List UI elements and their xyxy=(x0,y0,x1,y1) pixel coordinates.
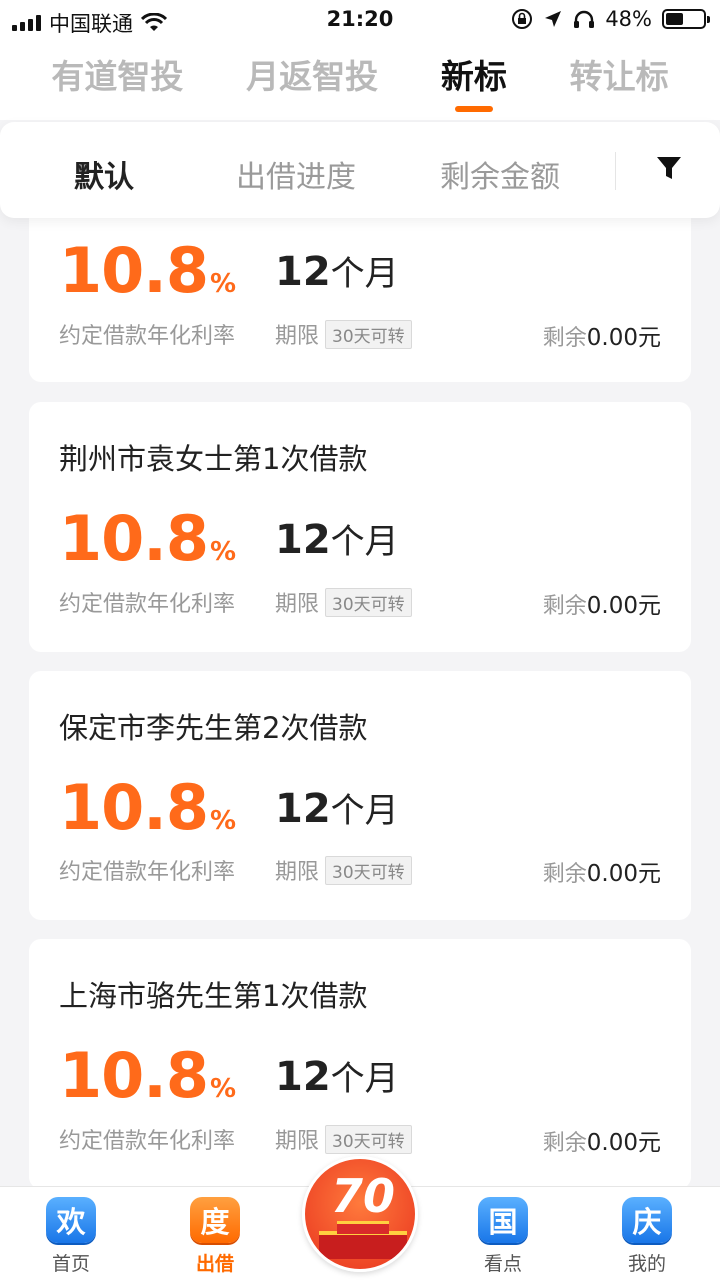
status-right: 48% xyxy=(511,7,710,31)
term-unit: 个月 xyxy=(330,1059,399,1099)
nav-label: 出借 xyxy=(195,1253,234,1275)
remaining-label: 剩余 xyxy=(542,1131,587,1156)
remaining: 剩余0.00元 xyxy=(543,586,661,620)
rate-label: 约定借款年化利率 xyxy=(59,324,236,349)
nav-mine[interactable]: 庆 我的 xyxy=(607,1197,687,1276)
transfer-tag: 30天可转 xyxy=(325,319,412,349)
loan-title: 荆州市袁女士第1次借款 xyxy=(59,442,368,476)
rate-value: 10.8% xyxy=(59,777,236,839)
term-label-text: 期限 xyxy=(275,592,320,617)
rate-label: 约定借款年化利率 xyxy=(59,1129,236,1154)
sort-remaining-amount[interactable]: 剩余金额 xyxy=(440,152,560,196)
tab-transfer-loans[interactable]: 转让标 xyxy=(570,48,669,112)
rate-value: 10.8% xyxy=(59,240,236,302)
term-number: 12 xyxy=(275,517,331,563)
battery-icon xyxy=(662,9,710,29)
nav-label: 看点 xyxy=(483,1253,522,1275)
loan-title: 上海市骆先生第1次借款 xyxy=(59,979,368,1013)
transfer-tag: 30天可转 xyxy=(325,1124,412,1154)
term-label: 期限 30天可转 xyxy=(275,854,412,886)
rate-number: 10.8 xyxy=(59,234,209,307)
term-label: 期限 30天可转 xyxy=(275,586,412,618)
term-unit: 个月 xyxy=(330,254,399,294)
remaining-label: 剩余 xyxy=(542,862,587,887)
term-label: 期限 30天可转 xyxy=(275,1123,412,1155)
term-unit: 个月 xyxy=(330,522,399,562)
loan-card[interactable]: 荆州市袁女士第1次借款 10.8% 12个月 约定借款年化利率 期限 30天可转 … xyxy=(29,402,691,652)
tab-label: 有道智投 xyxy=(51,57,184,96)
tab-new-loans[interactable]: 新标 xyxy=(441,48,507,112)
tab-label: 月返智投 xyxy=(246,57,379,96)
badge-text: 70 xyxy=(330,1169,395,1223)
status-bar: 中国联通 21:20 48% xyxy=(0,0,720,40)
remaining-label: 剩余 xyxy=(542,326,587,351)
tab-label: 新标 xyxy=(440,57,507,96)
nav-discover[interactable]: 国 看点 xyxy=(463,1197,543,1276)
rate-unit: % xyxy=(209,806,236,836)
loan-title: 保定市李先生第2次借款 xyxy=(59,711,368,745)
transfer-tag: 30天可转 xyxy=(325,855,412,885)
term-label-text: 期限 xyxy=(275,1129,320,1154)
tab-label: 转让标 xyxy=(569,57,669,96)
rate-value: 10.8% xyxy=(59,1045,236,1107)
profile-icon: 庆 xyxy=(622,1197,672,1243)
location-icon xyxy=(545,11,562,27)
rotation-lock-icon xyxy=(512,9,533,29)
term-number: 12 xyxy=(275,1054,331,1100)
loan-card[interactable]: 10.8% 12个月 约定借款年化利率 期限 30天可转 剩余0.00元 xyxy=(29,190,691,382)
remaining: 剩余0.00元 xyxy=(543,318,661,352)
tab-yuefan-zhitou[interactable]: 月返智投 xyxy=(246,48,378,112)
term-unit: 个月 xyxy=(330,791,399,831)
sort-divider xyxy=(615,152,616,190)
term-value: 12个月 xyxy=(275,520,399,560)
remaining-amount: 0.00元 xyxy=(586,1130,661,1156)
anniversary-badge-icon[interactable]: 70 xyxy=(302,1156,418,1272)
rate-value: 10.8% xyxy=(59,508,236,570)
headphones-icon xyxy=(574,10,595,28)
rate-unit: % xyxy=(209,537,236,567)
remaining-label: 剩余 xyxy=(542,594,587,619)
loan-card[interactable]: 上海市骆先生第1次借款 10.8% 12个月 约定借款年化利率 期限 30天可转 … xyxy=(29,939,691,1189)
term-label: 期限 30天可转 xyxy=(275,318,412,350)
remaining-amount: 0.00元 xyxy=(586,861,661,887)
rate-number: 10.8 xyxy=(59,771,209,844)
term-label-text: 期限 xyxy=(275,860,320,885)
loan-card[interactable]: 保定市李先生第2次借款 10.8% 12个月 约定借款年化利率 期限 30天可转 … xyxy=(29,671,691,920)
rate-unit: % xyxy=(209,269,236,299)
home-icon: 欢 xyxy=(46,1197,96,1243)
transfer-tag: 30天可转 xyxy=(325,587,412,617)
tab-youdao-zhitou[interactable]: 有道智投 xyxy=(51,48,183,112)
remaining: 剩余0.00元 xyxy=(543,854,661,888)
term-label-text: 期限 xyxy=(275,324,320,349)
term-number: 12 xyxy=(275,249,331,295)
sort-progress[interactable]: 出借进度 xyxy=(236,152,356,196)
rate-unit: % xyxy=(209,1074,236,1104)
nav-label: 首页 xyxy=(51,1253,90,1275)
nav-invest[interactable]: 度 出借 xyxy=(175,1197,255,1276)
invest-icon: 度 xyxy=(190,1197,240,1243)
remaining: 剩余0.00元 xyxy=(543,1123,661,1157)
tiananmen-gate-icon xyxy=(319,1221,407,1259)
nav-label: 我的 xyxy=(627,1253,666,1275)
term-value: 12个月 xyxy=(275,1057,399,1097)
top-tabs: 有道智投 月返智投 新标 转让标 xyxy=(0,40,720,120)
active-tab-indicator xyxy=(454,106,493,112)
battery-percent: 48% xyxy=(605,7,652,31)
term-number: 12 xyxy=(275,786,331,832)
remaining-amount: 0.00元 xyxy=(586,325,661,351)
rate-label: 约定借款年化利率 xyxy=(59,592,236,617)
discover-icon: 国 xyxy=(478,1197,528,1243)
remaining-amount: 0.00元 xyxy=(586,593,661,619)
term-value: 12个月 xyxy=(275,252,399,292)
sort-bar: 默认 出借进度 剩余金额 xyxy=(0,122,720,218)
rate-number: 10.8 xyxy=(59,502,209,575)
sort-default[interactable]: 默认 xyxy=(74,152,134,196)
term-value: 12个月 xyxy=(275,789,399,829)
rate-number: 10.8 xyxy=(59,1039,209,1112)
filter-icon[interactable] xyxy=(655,154,683,182)
nav-home[interactable]: 欢 首页 xyxy=(31,1197,111,1276)
rate-label: 约定借款年化利率 xyxy=(59,860,236,885)
